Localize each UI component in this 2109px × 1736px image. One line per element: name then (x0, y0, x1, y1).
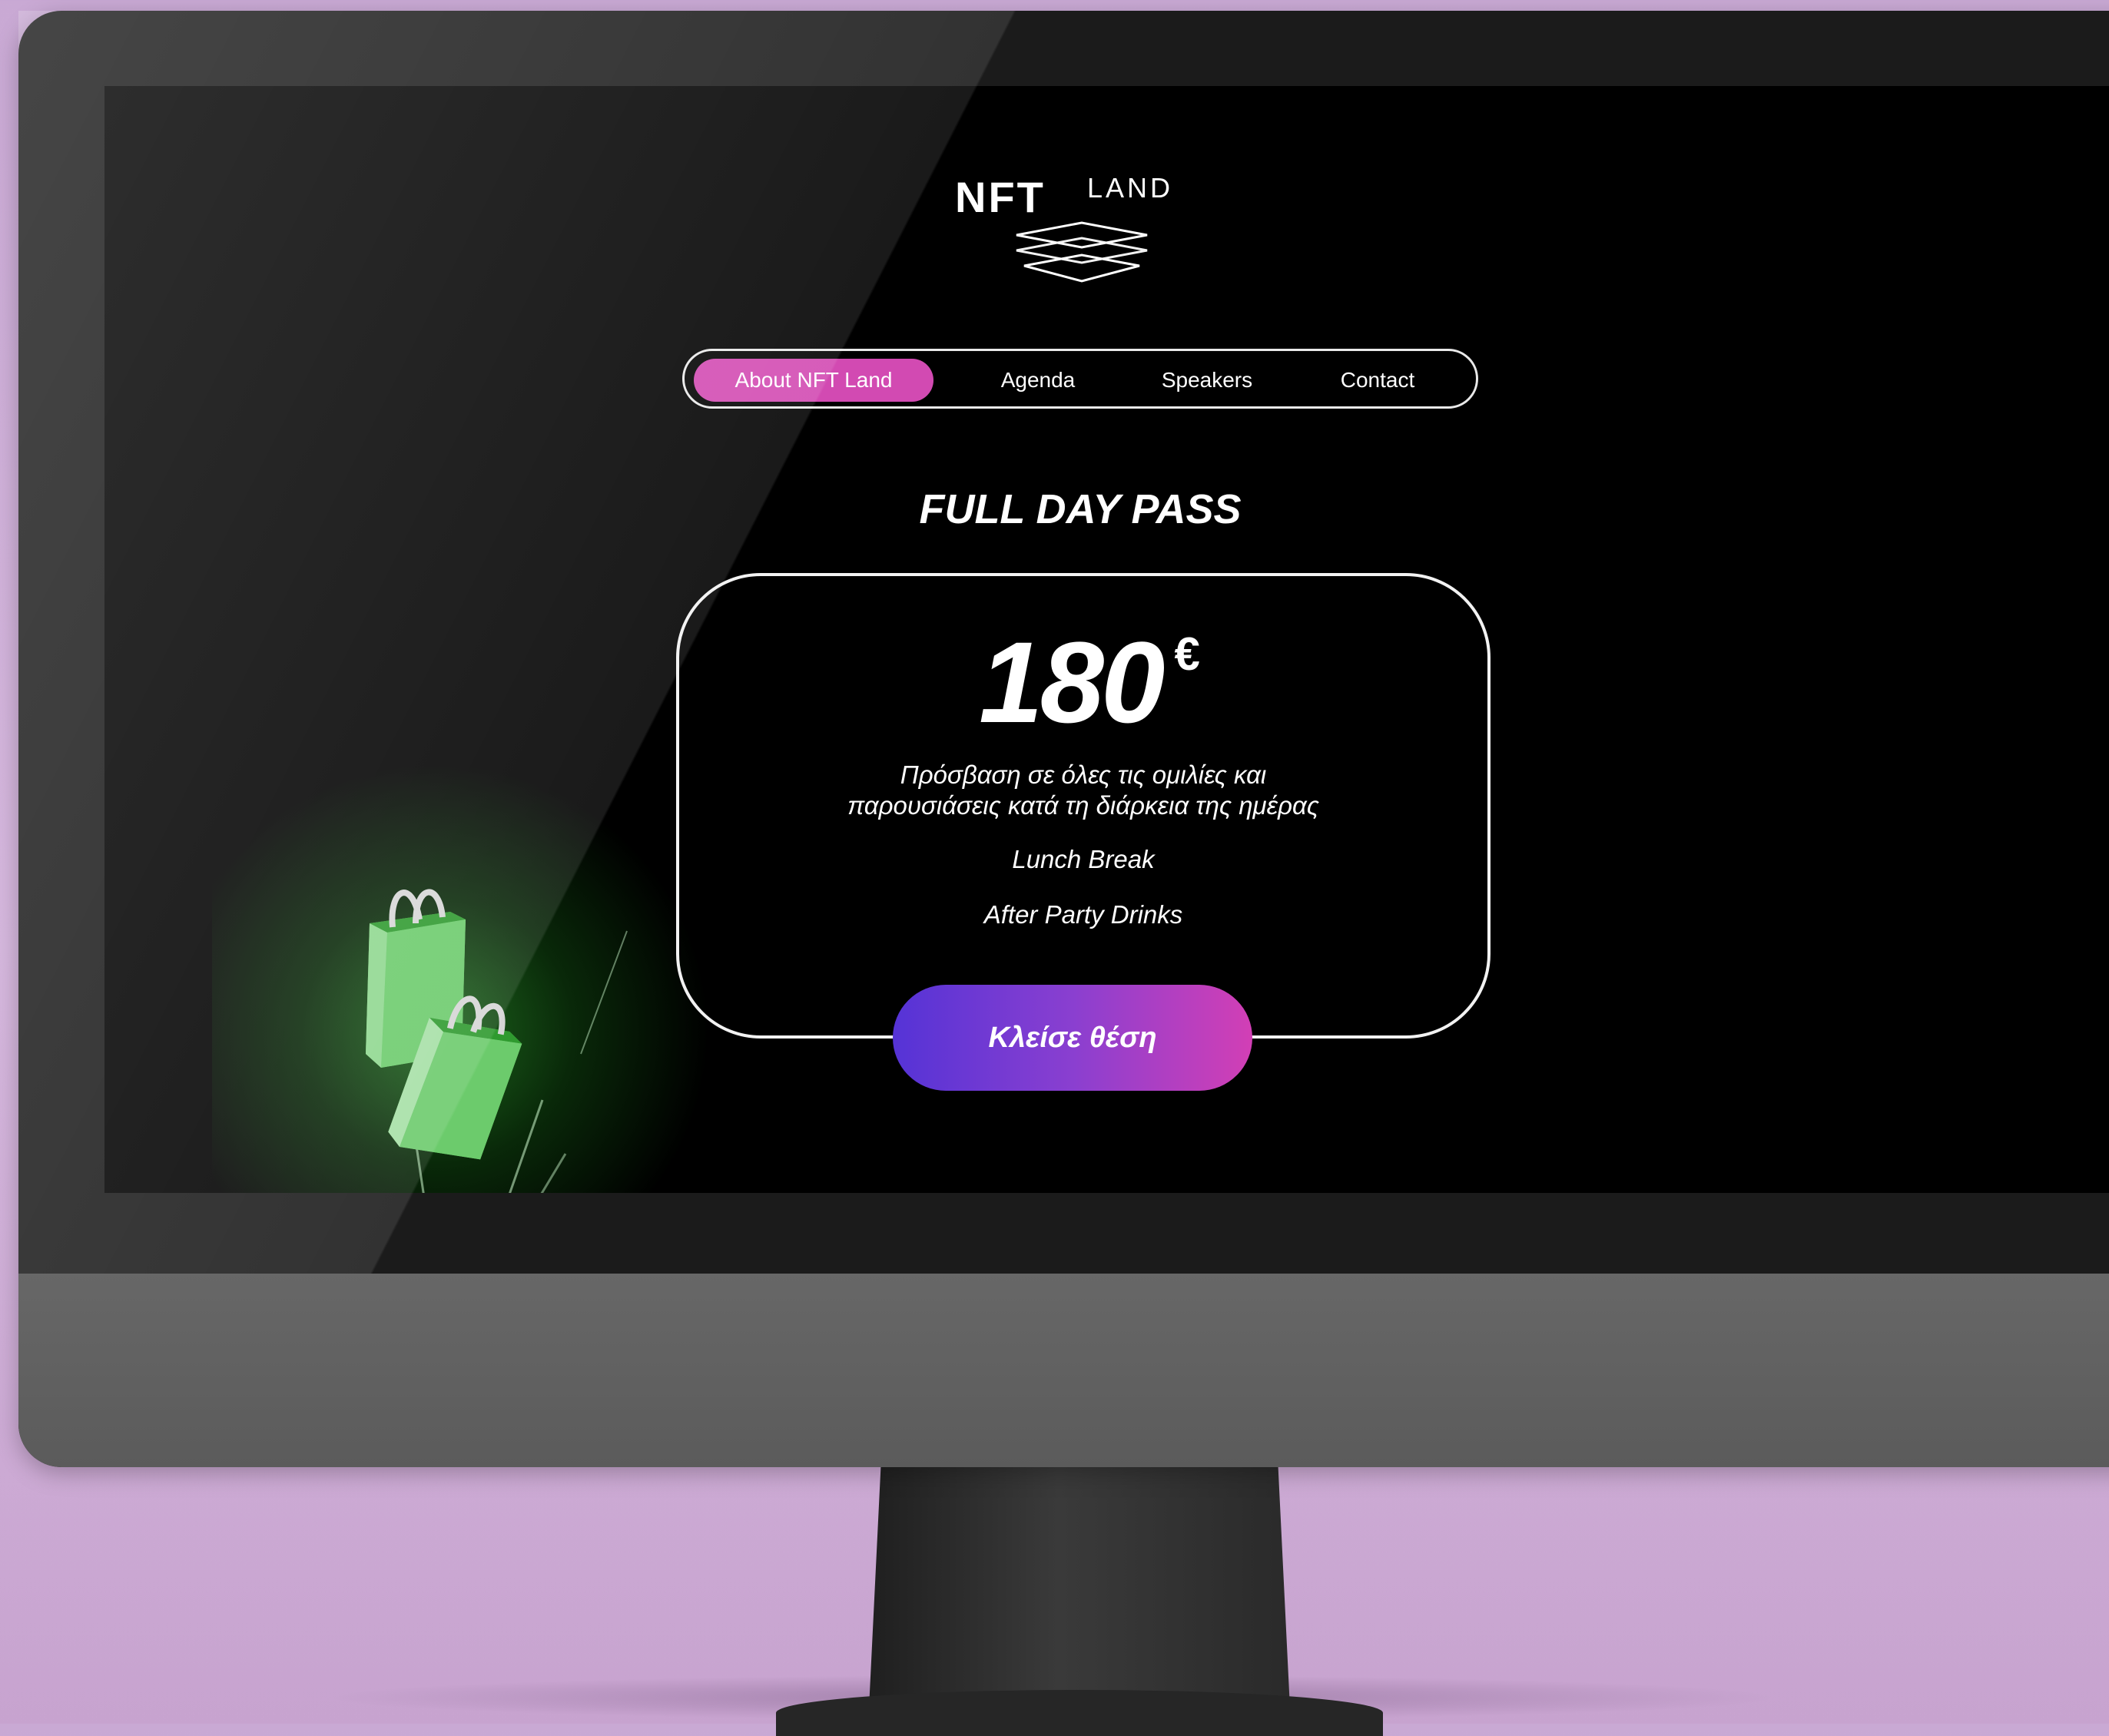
price-value: 180 (979, 618, 1165, 747)
feature-lunch-break: Lunch Break (1012, 845, 1155, 873)
nav-about-nft-land[interactable]: About NFT Land (694, 359, 933, 402)
nft-land-logo[interactable]: NFT LAND (955, 172, 1209, 283)
shopping-bags-icon (366, 889, 628, 1193)
nav-agenda[interactable]: Agenda (977, 359, 1099, 402)
main-navigation: About NFT Land Agenda Speakers Contact (682, 349, 1478, 409)
feature-access-line2: παρουσιάσεις κατά τη διάρκεια της ημέρας (847, 791, 1319, 820)
nav-speakers[interactable]: Speakers (1146, 359, 1268, 402)
price-currency: € (1174, 628, 1200, 680)
logo-wordmark: NFT (955, 173, 1046, 221)
price-block: 180 € (676, 616, 1491, 749)
monitor-chin (18, 1274, 2109, 1467)
monitor-stand-base (776, 1690, 1383, 1736)
nav-contact[interactable]: Contact (1316, 359, 1439, 402)
website-screen: NFT LAND About NFT Land Agenda Speakers … (104, 86, 2109, 1193)
feature-access-line1: Πρόσβαση σε όλες τις ομιλίες και (900, 760, 1267, 789)
monitor-stand (868, 1466, 1291, 1724)
logo-wordmark-sub: LAND (1087, 172, 1174, 204)
pass-title: FULL DAY PASS (919, 486, 1242, 532)
feature-after-party: After Party Drinks (983, 900, 1183, 929)
stacked-layers-icon (1016, 221, 1148, 283)
book-seat-button[interactable]: Κλείσε θέση (893, 985, 1252, 1091)
